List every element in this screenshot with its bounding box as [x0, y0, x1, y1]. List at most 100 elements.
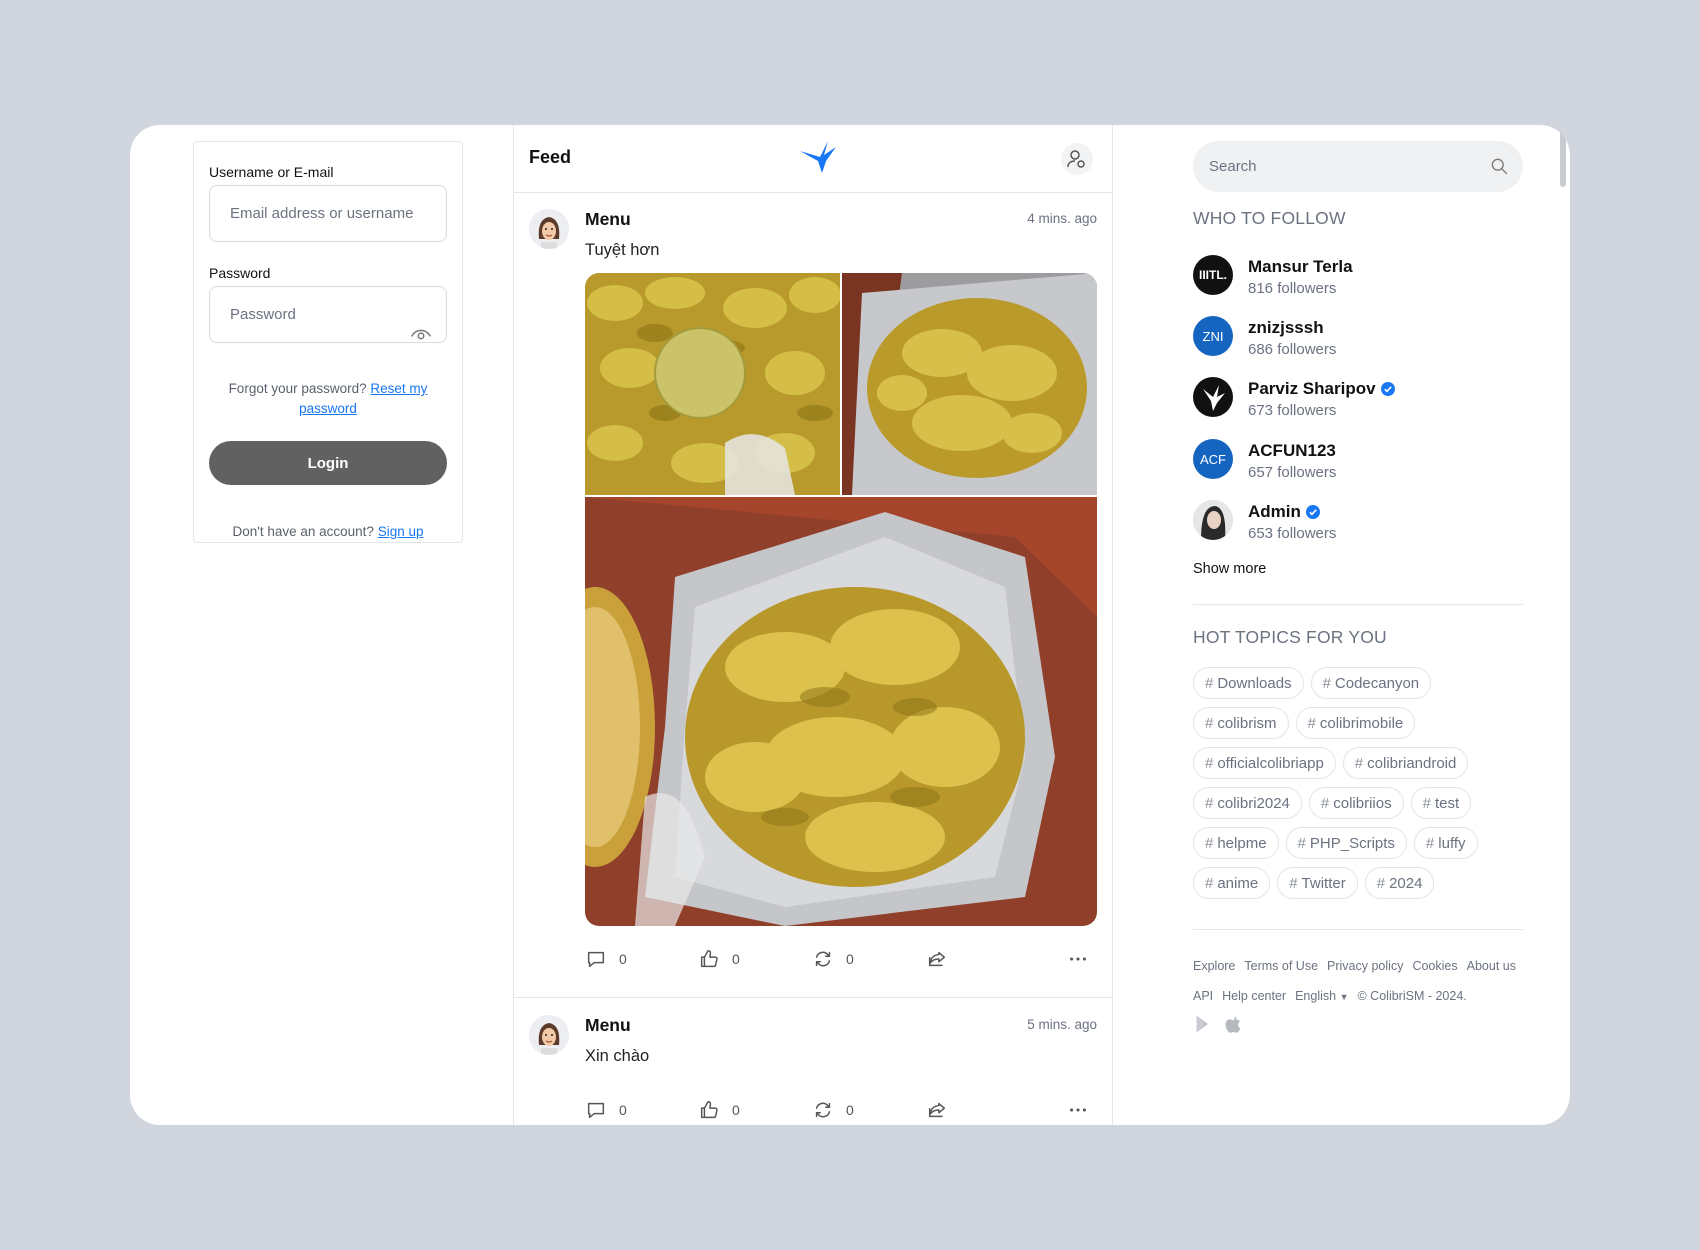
- topic-tag[interactable]: # officialcolibriapp: [1193, 747, 1336, 779]
- more-options-button[interactable]: [1067, 944, 1089, 974]
- avatar[interactable]: [1193, 500, 1233, 540]
- topic-tag[interactable]: # test: [1410, 787, 1472, 819]
- avatar[interactable]: [529, 1015, 569, 1055]
- colibri-logo-icon[interactable]: [798, 139, 838, 175]
- avatar[interactable]: IIITL.: [1193, 255, 1233, 295]
- topic-tag[interactable]: # colibri2024: [1193, 787, 1302, 819]
- footer-link-cookies[interactable]: Cookies: [1412, 959, 1457, 973]
- topic-tag[interactable]: # colibriandroid: [1342, 747, 1469, 779]
- follower-count: 686 followers: [1248, 341, 1337, 358]
- username-input[interactable]: [209, 185, 447, 242]
- footer-link-about[interactable]: About us: [1467, 959, 1516, 973]
- share-button[interactable]: [926, 1095, 948, 1125]
- feed-column: Feed Menu 4 mins. ago Tuyệt hơn 0 0 0 Me…: [513, 125, 1113, 1125]
- search-box[interactable]: [1193, 141, 1523, 192]
- footer-link-api[interactable]: API: [1193, 989, 1213, 1003]
- footer-links: Explore Terms of Use Privacy policy Cook…: [1193, 959, 1523, 973]
- login-button[interactable]: Login: [209, 441, 447, 485]
- more-options-button[interactable]: [1067, 1095, 1089, 1125]
- password-label: Password: [209, 265, 271, 281]
- topic-tag[interactable]: #2024: [1364, 867, 1435, 899]
- right-sidebar: WHO TO FOLLOW IIITL. Mansur Terla 816 fo…: [1162, 125, 1523, 1125]
- topic-tag[interactable]: # colibrism: [1193, 707, 1289, 739]
- topic-tag[interactable]: # Codecanyon: [1310, 667, 1432, 699]
- follow-suggestion[interactable]: Parviz Sharipov 673 followers: [1193, 377, 1513, 425]
- topic-tag[interactable]: # colibriios: [1308, 787, 1404, 819]
- hashtag-icon: #: [1425, 834, 1435, 852]
- follow-name[interactable]: Admin: [1248, 502, 1301, 522]
- show-password-icon[interactable]: [410, 324, 432, 346]
- post-image[interactable]: [585, 497, 1097, 926]
- more-dots-icon: [1070, 1108, 1086, 1112]
- divider: [1193, 929, 1523, 930]
- follow-suggestion[interactable]: ACF ACFUN123 657 followers: [1193, 439, 1513, 487]
- hashtag-icon: #: [1297, 834, 1306, 852]
- feed-post: Menu 5 mins. ago Xin chào 0 0 0: [514, 999, 1112, 1125]
- hot-topics-list: # Downloads # Codecanyon # colibrism # colib…: [1193, 667, 1523, 907]
- avatar[interactable]: [1193, 377, 1233, 417]
- topic-tag[interactable]: # colibrimobile: [1295, 707, 1416, 739]
- comment-button[interactable]: 0: [585, 944, 627, 974]
- comment-button[interactable]: 0: [585, 1095, 627, 1125]
- hashtag-icon: #: [1320, 794, 1330, 812]
- google-play-icon[interactable]: [1193, 1013, 1215, 1035]
- repost-icon: [815, 951, 831, 967]
- search-icon[interactable]: [1489, 156, 1509, 176]
- avatar[interactable]: [529, 209, 569, 249]
- follow-suggestion[interactable]: ZNI znizjsssh 686 followers: [1193, 316, 1513, 364]
- hashtag-icon: #: [1205, 834, 1214, 852]
- footer-link-explore[interactable]: Explore: [1193, 959, 1235, 973]
- follow-name[interactable]: ACFUN123: [1248, 441, 1336, 461]
- comment-count: 0: [619, 1102, 627, 1118]
- post-text: Tuyệt hơn: [585, 241, 660, 259]
- post-author[interactable]: Menu: [585, 209, 631, 230]
- topic-tag[interactable]: # Twitter: [1277, 867, 1358, 899]
- share-button[interactable]: [926, 944, 948, 974]
- post-actions: 0 0 0: [585, 944, 1097, 974]
- forgot-password-text: Forgot your password? Reset my password: [228, 381, 428, 416]
- like-button[interactable]: 0: [698, 1095, 740, 1125]
- scrollbar-thumb[interactable]: [1560, 127, 1566, 187]
- who-to-follow-title: WHO TO FOLLOW: [1193, 208, 1346, 228]
- language-selector[interactable]: English ▼: [1295, 989, 1348, 1003]
- user-gear-icon: [1067, 150, 1085, 168]
- show-more-link[interactable]: Show more: [1193, 561, 1266, 577]
- follower-count: 653 followers: [1248, 525, 1337, 542]
- avatar[interactable]: ZNI: [1193, 316, 1233, 356]
- post-actions: 0 0 0: [585, 1095, 1097, 1125]
- apple-icon[interactable]: [1222, 1013, 1244, 1035]
- topic-tag[interactable]: # PHP_Scripts: [1285, 827, 1407, 859]
- follow-name[interactable]: znizjsssh: [1248, 318, 1324, 338]
- hashtag-icon: #: [1205, 874, 1214, 892]
- post-text: Xin chào: [585, 1047, 650, 1065]
- verified-badge-icon: [1380, 382, 1395, 396]
- topic-tag[interactable]: # anime: [1193, 867, 1271, 899]
- user-settings-button[interactable]: [1061, 143, 1093, 175]
- repost-count: 0: [846, 951, 854, 967]
- post-image-gallery[interactable]: [585, 273, 1097, 926]
- like-count: 0: [732, 1102, 740, 1118]
- like-button[interactable]: 0: [698, 944, 740, 974]
- footer-link-terms[interactable]: Terms of Use: [1244, 959, 1318, 973]
- app-window: Username or E-mail Password Forgot your …: [130, 125, 1570, 1125]
- repost-button[interactable]: 0: [812, 1095, 854, 1125]
- topic-tag[interactable]: # helpme: [1193, 827, 1279, 859]
- memoji-avatar-icon: [529, 209, 569, 249]
- follow-name[interactable]: Mansur Terla: [1248, 257, 1353, 277]
- footer-link-help[interactable]: Help center: [1222, 989, 1286, 1003]
- comment-icon: [587, 951, 605, 968]
- post-image[interactable]: [585, 273, 840, 495]
- search-input[interactable]: [1193, 141, 1483, 192]
- topic-tag[interactable]: # luffy: [1413, 827, 1478, 859]
- topic-tag[interactable]: # Downloads: [1193, 667, 1304, 699]
- signup-link[interactable]: Sign up: [378, 524, 424, 539]
- repost-button[interactable]: 0: [812, 944, 854, 974]
- post-image[interactable]: [842, 273, 1097, 495]
- post-author[interactable]: Menu: [585, 1015, 631, 1036]
- follow-suggestion[interactable]: Admin 653 followers: [1193, 500, 1513, 548]
- repost-count: 0: [846, 1102, 854, 1118]
- footer-link-privacy[interactable]: Privacy policy: [1327, 959, 1403, 973]
- follow-suggestion[interactable]: IIITL. Mansur Terla 816 followers: [1193, 255, 1513, 303]
- follow-name[interactable]: Parviz Sharipov: [1248, 379, 1376, 399]
- avatar[interactable]: ACF: [1193, 439, 1233, 479]
